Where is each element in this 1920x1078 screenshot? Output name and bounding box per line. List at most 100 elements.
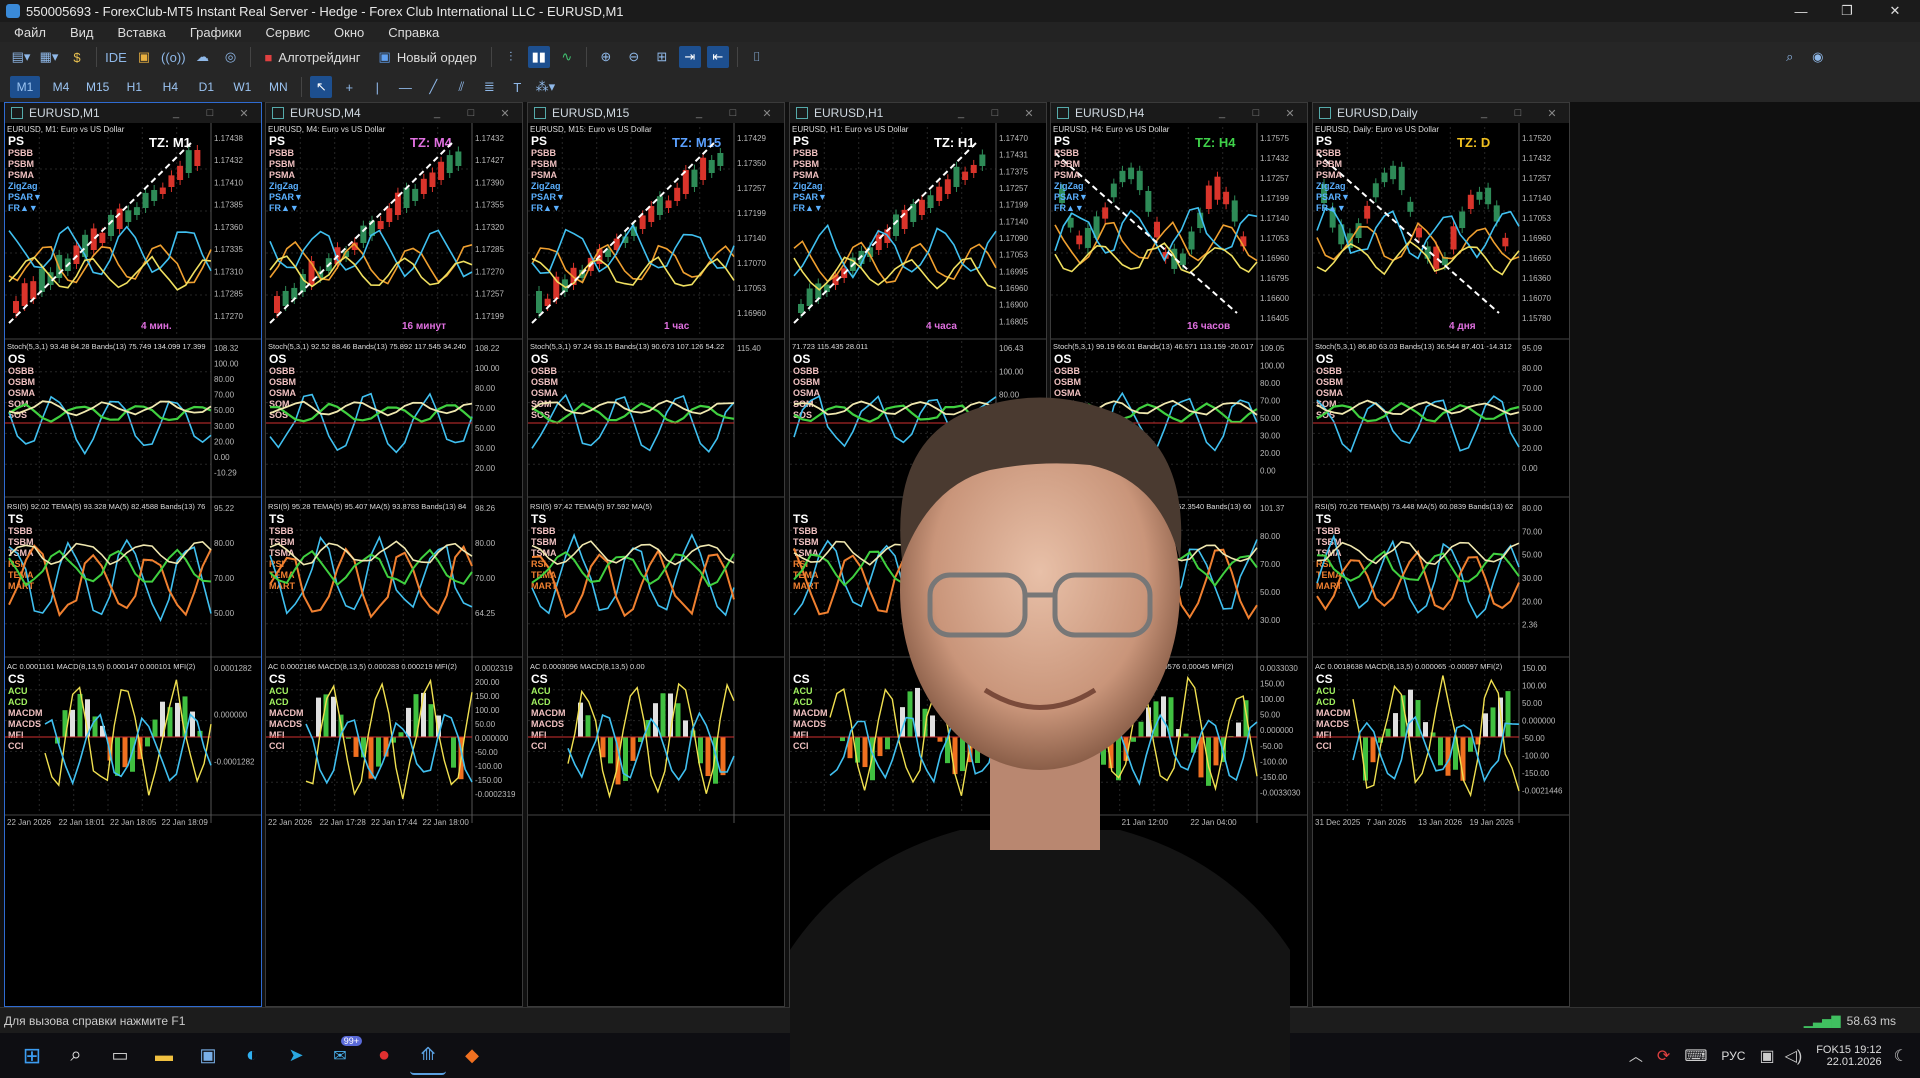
menu-charts[interactable]: Графики bbox=[190, 25, 242, 40]
signal-icon[interactable]: ((o)) bbox=[161, 46, 186, 68]
maximize-button[interactable]: ❐ bbox=[1824, 0, 1870, 22]
algotrading-button[interactable]: ■ Алготрейдинг bbox=[259, 46, 367, 68]
clock[interactable]: FOK15 19:12 22.01.2026 bbox=[1816, 1044, 1881, 1068]
vertical-line-icon[interactable]: | bbox=[366, 76, 388, 98]
chart-minimize-icon[interactable]: _ bbox=[159, 107, 193, 120]
tray-chevron-icon[interactable]: ︿ bbox=[1629, 1046, 1643, 1066]
chart-close-icon[interactable]: ✕ bbox=[227, 107, 261, 120]
close-button[interactable]: ✕ bbox=[1872, 0, 1918, 22]
zoom-in-icon[interactable]: ⊕ bbox=[595, 46, 617, 68]
record-icon[interactable]: ● bbox=[366, 1038, 402, 1074]
chart-close-icon[interactable]: ✕ bbox=[1012, 107, 1046, 120]
menu-window[interactable]: Окно bbox=[334, 25, 364, 40]
search-icon[interactable]: ⌕ bbox=[1779, 46, 1801, 68]
chart-close-icon[interactable]: ✕ bbox=[488, 107, 522, 120]
bag-icon[interactable]: ▣ bbox=[133, 46, 155, 68]
vps-icon[interactable]: ◎ bbox=[220, 46, 242, 68]
metatrader-icon[interactable]: ⟰ bbox=[410, 1037, 446, 1075]
chart-minimize-icon[interactable]: _ bbox=[1205, 107, 1239, 120]
chart-window-header[interactable]: EURUSD,Daily _ □ ✕ bbox=[1313, 103, 1569, 123]
chart-window-header[interactable]: EURUSD,M15 _ □ ✕ bbox=[528, 103, 784, 123]
crosshair-icon[interactable]: + bbox=[338, 76, 360, 98]
chart-minimize-icon[interactable]: _ bbox=[944, 107, 978, 120]
new-order-button[interactable]: ▣ Новый ордер bbox=[373, 46, 483, 68]
telegram-icon[interactable]: ➤ bbox=[278, 1038, 314, 1074]
screenshot-icon[interactable]: ⌷ bbox=[746, 46, 768, 68]
text-icon[interactable]: T bbox=[506, 76, 528, 98]
chart-window-header[interactable]: EURUSD,M1 _ □ ✕ bbox=[5, 103, 261, 123]
chart-close-icon[interactable]: ✕ bbox=[1273, 107, 1307, 120]
legend-ps-3: PSMA bbox=[793, 170, 820, 180]
menu-help[interactable]: Справка bbox=[388, 25, 439, 40]
grid-icon[interactable]: ⊞ bbox=[651, 46, 673, 68]
edge-icon[interactable]: ◐ bbox=[234, 1038, 270, 1074]
chart-window-0[interactable]: EURUSD,M1 _ □ ✕ EURUSD, M1: Euro vs US Dolla… bbox=[4, 102, 262, 1007]
chart-close-icon[interactable]: ✕ bbox=[1535, 107, 1569, 120]
chart-canvas[interactable]: EURUSD, M15: Euro vs US DollarTZ: M15PSP… bbox=[528, 123, 784, 1006]
chart-maximize-icon[interactable]: □ bbox=[978, 107, 1012, 120]
channel-icon[interactable]: ⫽ bbox=[450, 76, 472, 98]
tf-h1[interactable]: H1 bbox=[119, 76, 149, 98]
autoscroll-icon[interactable]: ⇥ bbox=[678, 46, 701, 68]
tf-d1[interactable]: D1 bbox=[191, 76, 221, 98]
menu-file[interactable]: Файл bbox=[14, 25, 46, 40]
chart-minimize-icon[interactable]: _ bbox=[1467, 107, 1501, 120]
chart-maximize-icon[interactable]: □ bbox=[454, 107, 488, 120]
chart-canvas[interactable]: EURUSD, Daily: Euro vs US DollarTZ: DPSP… bbox=[1313, 123, 1569, 1006]
chart-maximize-icon[interactable]: □ bbox=[1501, 107, 1535, 120]
tf-mn[interactable]: MN bbox=[263, 76, 293, 98]
dollar-icon[interactable]: $ bbox=[66, 46, 88, 68]
zoom-out-icon[interactable]: ⊖ bbox=[623, 46, 645, 68]
chart-canvas[interactable]: EURUSD, M4: Euro vs US DollarTZ: M4PSPSB… bbox=[266, 123, 522, 1006]
chart-shift-icon[interactable]: ⇤ bbox=[706, 46, 729, 68]
taskbar-search-icon[interactable]: ⌕ bbox=[58, 1038, 94, 1074]
menu-view[interactable]: Вид bbox=[70, 25, 94, 40]
chart-window-header[interactable]: EURUSD,H1 _ □ ✕ bbox=[790, 103, 1046, 123]
trendline-icon[interactable]: ╱ bbox=[422, 76, 444, 98]
volume-icon[interactable]: ◁) bbox=[1785, 1046, 1803, 1066]
start-icon[interactable]: ⊞ bbox=[14, 1038, 50, 1074]
profiles-icon[interactable]: ▦▾ bbox=[38, 46, 60, 68]
shapes-icon[interactable]: ⁂▾ bbox=[534, 76, 556, 98]
chart-minimize-icon[interactable]: _ bbox=[682, 107, 716, 120]
new-chart-icon[interactable]: ▤▾ bbox=[10, 46, 32, 68]
chart-maximize-icon[interactable]: □ bbox=[1239, 107, 1273, 120]
task-view-icon[interactable]: ▭ bbox=[102, 1038, 138, 1074]
chart-close-icon[interactable]: ✕ bbox=[750, 107, 784, 120]
horizontal-line-icon[interactable]: — bbox=[394, 76, 416, 98]
tf-w1[interactable]: W1 bbox=[227, 76, 257, 98]
chart-window-header[interactable]: EURUSD,M4 _ □ ✕ bbox=[266, 103, 522, 123]
chart-canvas[interactable]: EURUSD, M1: Euro vs US DollarTZ: M1PSPSB… bbox=[5, 123, 261, 1006]
ide-icon[interactable]: IDE bbox=[105, 46, 127, 68]
minimize-button[interactable]: — bbox=[1778, 0, 1824, 22]
menu-tools[interactable]: Сервис bbox=[266, 25, 311, 40]
notifications-icon[interactable]: ◉ bbox=[1807, 46, 1829, 68]
messenger-icon[interactable]: ✉ 99+ bbox=[322, 1035, 362, 1074]
tf-m15[interactable]: M15 bbox=[82, 76, 113, 98]
candle-chart-icon[interactable]: ▮▮ bbox=[527, 46, 550, 68]
cloud-icon[interactable]: ☁ bbox=[192, 46, 214, 68]
keyboard-icon[interactable]: ⌨ bbox=[1684, 1046, 1707, 1066]
chart-maximize-icon[interactable]: □ bbox=[716, 107, 750, 120]
brave-icon[interactable]: ◆ bbox=[454, 1038, 490, 1074]
cursor-icon[interactable]: ↖ bbox=[310, 76, 333, 98]
menu-insert[interactable]: Вставка bbox=[118, 25, 166, 40]
chart-window-1[interactable]: EURUSD,M4 _ □ ✕ EURUSD, M4: Euro vs US Dolla… bbox=[265, 102, 523, 1007]
notification-center-icon[interactable]: ☾ bbox=[1894, 1046, 1908, 1066]
chart-window-5[interactable]: EURUSD,Daily _ □ ✕ EURUSD, Daily: Euro vs US… bbox=[1312, 102, 1570, 1007]
chart-window-header[interactable]: EURUSD,H4 _ □ ✕ bbox=[1051, 103, 1307, 123]
save-app-icon[interactable]: ▣ bbox=[190, 1038, 226, 1074]
tray-sync-icon[interactable]: ⟳ bbox=[1657, 1046, 1670, 1066]
chart-maximize-icon[interactable]: □ bbox=[193, 107, 227, 120]
chart-window-2[interactable]: EURUSD,M15 _ □ ✕ EURUSD, M15: Euro vs US Dol… bbox=[527, 102, 785, 1007]
tf-h4[interactable]: H4 bbox=[155, 76, 185, 98]
bar-chart-icon[interactable]: ⫶ bbox=[500, 46, 522, 68]
network-icon[interactable]: ▣ bbox=[1759, 1046, 1774, 1066]
tf-m1[interactable]: M1 bbox=[10, 76, 40, 98]
line-chart-icon[interactable]: ∿ bbox=[556, 46, 578, 68]
chart-minimize-icon[interactable]: _ bbox=[420, 107, 454, 120]
tf-m4[interactable]: M4 bbox=[46, 76, 76, 98]
explorer-icon[interactable]: ▬ bbox=[146, 1038, 182, 1074]
fibonacci-icon[interactable]: ≣ bbox=[478, 76, 500, 98]
language-indicator[interactable]: РУС bbox=[1721, 1049, 1745, 1063]
